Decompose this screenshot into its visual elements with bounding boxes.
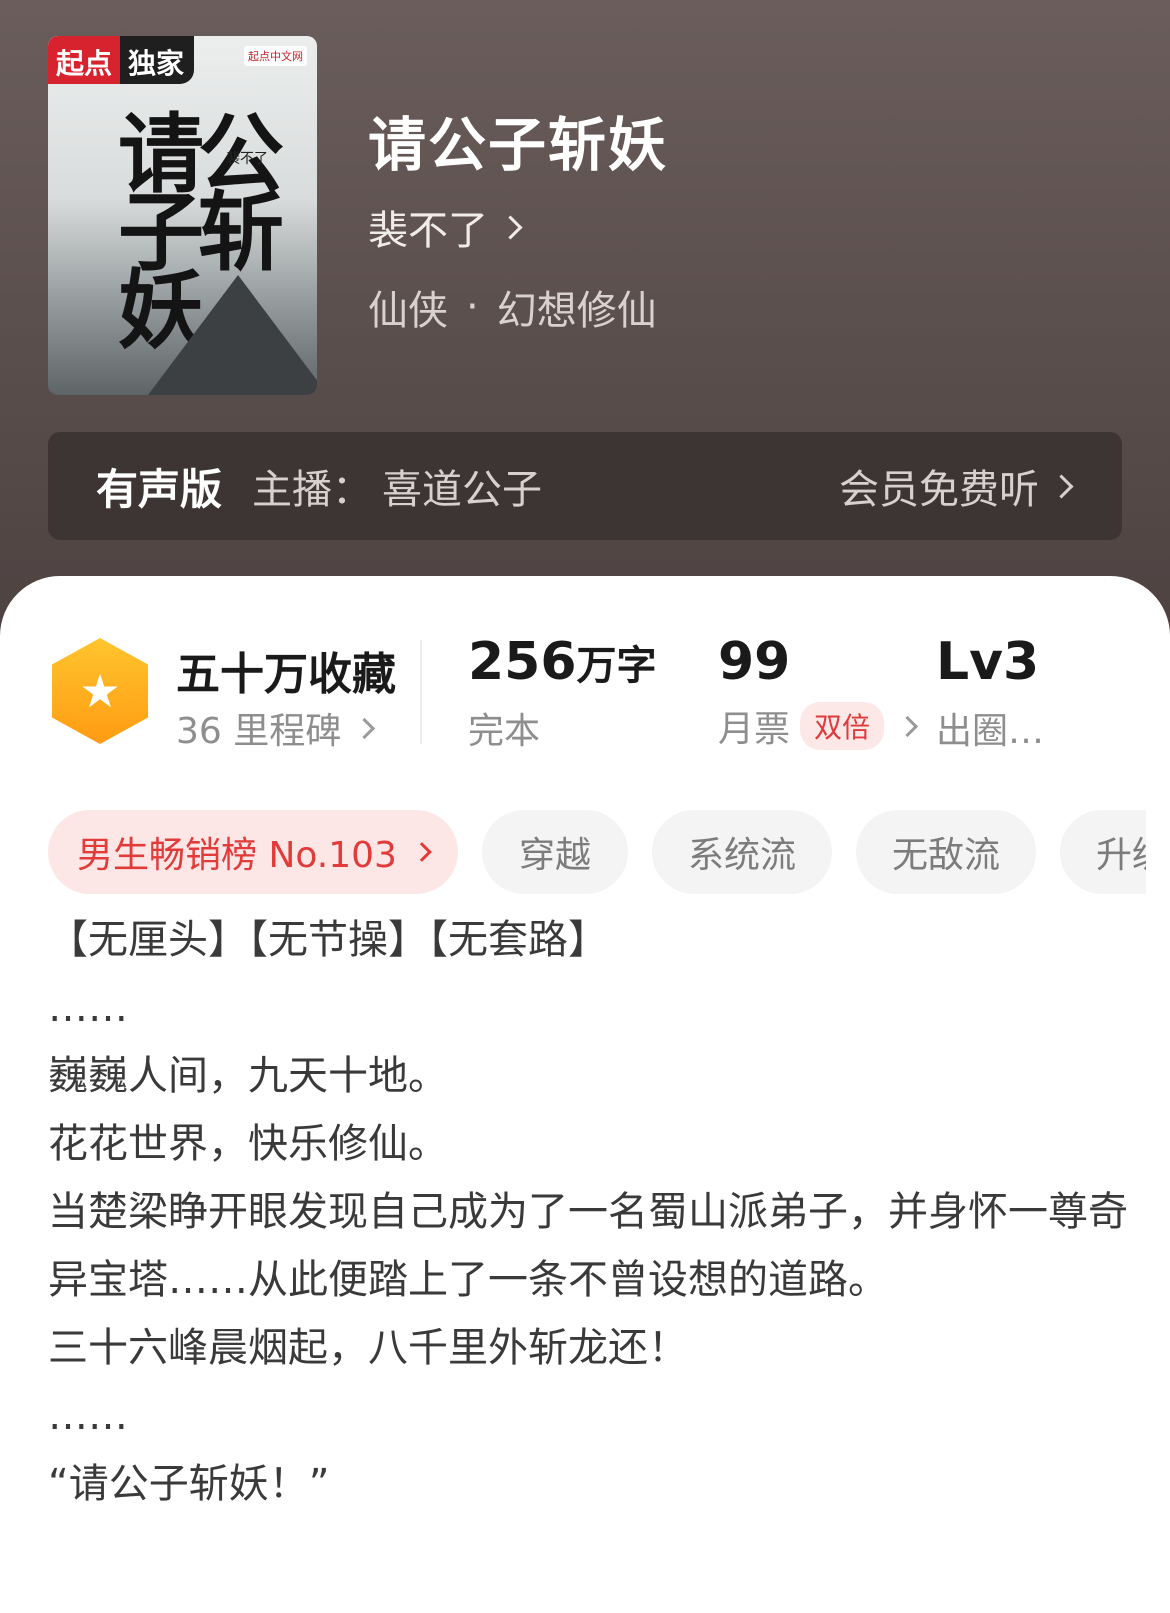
chevron-right-icon <box>1049 473 1074 499</box>
collect-count: 五十万收藏 <box>176 649 396 700</box>
tag-item[interactable]: 系统流 <box>652 810 832 894</box>
audio-label: 有声版 <box>96 464 223 514</box>
monthly-votes-number: 99 <box>718 632 791 692</box>
subgenre[interactable]: 幻想修仙 <box>497 278 657 336</box>
monthly-votes-label: 月票 <box>718 709 791 750</box>
publisher-logo: 起点中文网 <box>244 46 307 66</box>
word-count: 256万字 <box>468 632 657 692</box>
description-line: 【无厘头】【无节操】【无套路】 <box>48 917 608 963</box>
milestones-link[interactable]: 36 里程碑 <box>176 702 376 754</box>
stats-divider <box>420 640 422 744</box>
book-description: 【无厘头】【无节操】【无套路】 …… 巍巍人间，九天十地。 花花世界，快乐修仙。… <box>48 906 1128 1518</box>
star-hexagon-icon: ★ <box>52 638 148 744</box>
book-info-card: ★ 五十万收藏 36 里程碑 256万字 完本 99 月票 双倍 Lv3 出圈…… <box>0 576 1170 1613</box>
tag-item[interactable]: 升级 <box>1060 810 1146 894</box>
chevron-right-icon <box>354 717 376 739</box>
description-line: 巍巍人间，九天十地。 <box>48 1053 448 1099</box>
audio-version-bar[interactable]: 有声版 主播： 喜道公子 会员免费听 <box>48 432 1122 540</box>
description-line: 三十六峰晨烟起，八千里外斩龙还！ <box>48 1325 688 1371</box>
word-count-number: 256 <box>468 632 577 692</box>
cover-author: 裴不了 <box>226 151 268 167</box>
description-line: …… <box>48 985 128 1031</box>
description-line: 当楚梁睁开眼发现自己成为了一名蜀山派弟子，并身怀一尊奇异宝塔……从此便踏上了一条… <box>48 1189 1128 1303</box>
description-line: “请公子斩妖！” <box>48 1461 330 1507</box>
author-name: 裴不了 <box>368 208 488 254</box>
tag-item[interactable]: 无敌流 <box>856 810 1036 894</box>
genre-separator: · <box>466 284 479 330</box>
description-line: …… <box>48 1393 128 1439</box>
tag-list: 男生畅销榜 No.103 穿越 系统流 无敌流 升级 <box>48 810 1146 894</box>
narrator-label: 主播： <box>252 467 373 513</box>
chevron-right-icon <box>498 214 523 240</box>
cover-mountain-art <box>148 275 317 395</box>
author-link[interactable]: 裴不了 <box>368 198 523 256</box>
word-count-unit: 万字 <box>576 643 657 689</box>
book-status: 完本 <box>468 711 541 752</box>
badge-exclusive: 独家 <box>120 36 195 84</box>
monthly-votes-link[interactable]: 月票 双倍 <box>718 700 919 752</box>
monthly-votes-count: 99 <box>718 632 790 692</box>
stats-row: ★ 五十万收藏 36 里程碑 256万字 完本 99 月票 双倍 Lv3 出圈… <box>0 632 1170 752</box>
book-cover[interactable]: 起点 独家 起点中文网 请公子斩妖 裴不了 <box>48 36 317 395</box>
free-listen-label: 会员免费听 <box>839 467 1039 513</box>
fan-level-value: Lv3 <box>936 632 1040 692</box>
milestones-label: 36 里程碑 <box>176 711 342 752</box>
double-badge: 双倍 <box>800 702 885 750</box>
narrator-name: 喜道公子 <box>382 467 543 513</box>
free-listen-link[interactable]: 会员免费听 <box>839 457 1074 515</box>
chevron-right-icon <box>412 842 432 862</box>
fan-level-label: 出圈… <box>936 711 1045 752</box>
chevron-right-icon <box>896 715 919 737</box>
genre[interactable]: 仙侠 <box>368 278 448 336</box>
exclusive-badge: 起点 独家 <box>48 36 195 84</box>
description-line: 花花世界，快乐修仙。 <box>48 1121 448 1167</box>
fan-level[interactable]: Lv3 <box>936 632 1039 692</box>
rank-label: 男生畅销榜 No.103 <box>77 835 397 876</box>
tag-item[interactable]: 穿越 <box>482 810 628 894</box>
book-header: 起点 独家 起点中文网 请公子斩妖 裴不了 请公子斩妖 裴不了 仙侠 · 幻想修… <box>0 0 1170 640</box>
genre-row: 仙侠 · 幻想修仙 <box>368 278 657 336</box>
book-title: 请公子斩妖 <box>368 111 669 179</box>
rank-tag[interactable]: 男生畅销榜 No.103 <box>48 810 458 894</box>
badge-qidian: 起点 <box>48 36 121 84</box>
